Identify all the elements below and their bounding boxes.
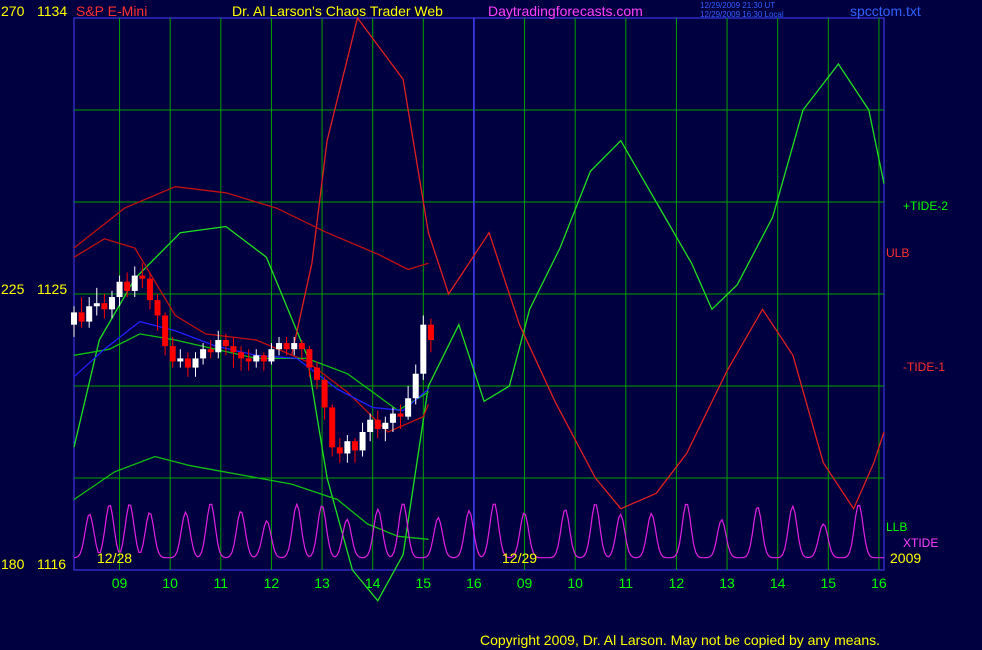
x-tick-label: 14 [770,575,786,591]
x-tick-label: 16 [466,575,482,591]
date-label-1228: 12/28 [97,550,133,566]
price-bar-body [162,315,169,347]
price-bars [71,263,434,463]
price-bar-body [427,324,434,340]
copyright-footer: Copyright 2009, Dr. Al Larson. May not b… [480,632,881,648]
price-bar-body [253,355,260,362]
price-bar-body [321,379,328,408]
series-label-ulb: ULB [886,246,910,260]
chart-grid: 09 10 11 12 13 14 15 16 09 10 11 12 13 14 15 16 [73,17,887,591]
symbol-label: S&P E-Mini [76,3,148,19]
series-line-xtide [73,502,884,559]
price-bar-body [420,324,427,374]
price-bar-body [306,349,313,368]
filename-label: spcctom.txt [850,3,921,19]
price-bar-body [124,281,131,291]
price-bar-body [397,413,404,417]
series-label-tide2: +TIDE-2 [903,199,949,213]
x-tick-label: 11 [619,575,634,591]
series-line-avg [73,320,429,412]
price-bar-body [93,303,100,307]
price-bar-body [192,358,199,368]
series-line-tide1 [291,16,885,511]
x-tick-label: 13 [719,575,735,591]
series-line-ulb [73,186,429,271]
price-bar-body [222,340,229,347]
price-bar-body [154,300,161,316]
price-bar-body [268,349,275,362]
site-label[interactable]: Daytradingforecasts.com [488,3,643,19]
price-bar-body [245,358,252,362]
price-bar-body [207,349,214,353]
price-bar-body [108,297,115,310]
x-tick-label: 16 [871,575,887,591]
price-bar-body [329,407,336,448]
price-bar-body [184,358,191,368]
price-bar-body [298,343,305,350]
x-tick-label: 11 [214,575,229,591]
price-bar-body [131,275,138,291]
price-bar-body [382,422,389,429]
price-bar-body [116,281,123,298]
x-tick-label: 09 [112,575,128,591]
price-bar-body [412,373,419,399]
price-bar-body [336,447,343,454]
x-tick-label: 15 [416,575,432,591]
price-bar-body [351,441,358,451]
chart-series [73,16,885,602]
price-bar-body [374,419,381,429]
price-bar-body [238,352,245,359]
top-left-label-270: 270 [1,3,25,19]
price-bar-body [359,432,366,451]
bottom-left-price-1116: 1116 [37,556,67,572]
date-label-2009: 2009 [890,550,922,566]
series-line-llb [73,455,429,540]
series-line-llb2 [73,333,429,412]
price-bar-body [367,419,374,432]
x-tick-label: 15 [821,575,837,591]
price-bar-body [169,346,176,362]
price-bar-body [200,349,207,359]
date-label-1229: 12/29 [502,550,538,566]
title-label: Dr. Al Larson's Chaos Trader Web [232,3,443,19]
price-bar-body [344,441,351,454]
price-bar-body [405,398,412,417]
timestamp-local: 12/29/2009 16:30 Local [700,10,784,19]
price-bar-body [139,275,146,279]
chart: 09 10 11 12 13 14 15 16 09 10 11 12 13 14 15 16 [71,16,887,602]
price-bar-body [283,343,290,350]
series-line-ulb2 [73,238,430,433]
price-bar-body [215,340,222,353]
series-label-xtide: XTIDE [903,536,939,550]
series-label-llb: LLB [886,520,908,534]
price-bar-body [71,312,77,325]
bottom-left-label-180: 180 [1,556,25,572]
price-bar-body [230,346,237,353]
price-bar-body [177,358,184,362]
timestamp-ut: 12/29/2009 21:30 UT [700,1,776,10]
x-tick-label: 12 [669,575,685,591]
price-bar-body [86,306,93,322]
price-bar-body [260,355,267,362]
price-bar-body [101,303,108,310]
mid-left-price-1125: 1125 [37,281,68,297]
price-bar-body [314,367,320,380]
x-tick-label: 10 [567,575,583,591]
top-left-price-1134: 1134 [37,3,68,19]
price-bar-body [389,413,396,423]
price-bar-body [291,343,298,350]
x-tick-label: 12 [264,575,280,591]
price-bar-body [146,278,153,301]
price-bar-body [78,312,85,322]
x-tick-label: 13 [314,575,330,591]
series-line-tide2 [73,62,885,602]
x-tick-label: 10 [162,575,178,591]
mid-left-label-225: 225 [1,281,25,297]
x-tick-label: 09 [517,575,533,591]
series-label-tide1: -TIDE-1 [903,360,945,374]
price-bar-body [276,343,283,350]
